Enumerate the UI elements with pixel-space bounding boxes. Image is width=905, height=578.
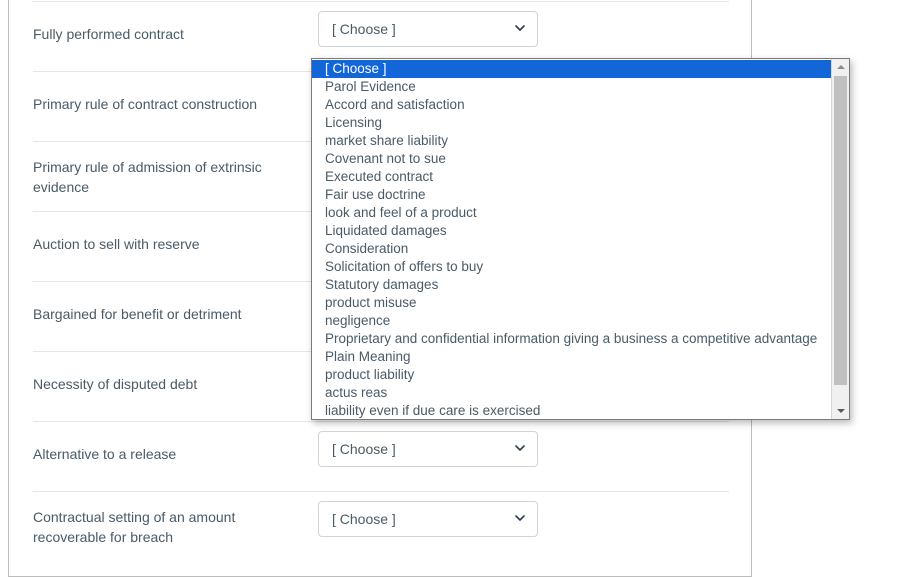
row-label: Primary rule of admission of extrinsic e…	[33, 159, 262, 195]
dropdown-scrollbar[interactable]	[831, 59, 849, 419]
dropdown-option[interactable]: Accord and satisfaction	[312, 96, 831, 114]
row-label: Necessity of disputed debt	[33, 376, 198, 392]
dropdown-option[interactable]: Liquidated damages	[312, 222, 831, 240]
dropdown-option[interactable]: Fair use doctrine	[312, 186, 831, 204]
scroll-up-arrow-icon[interactable]	[832, 59, 849, 75]
dropdown-option[interactable]: Executed contract	[312, 168, 831, 186]
select-value: [ Choose ]	[332, 511, 396, 527]
chevron-down-icon	[515, 443, 525, 453]
dropdown-option-popup[interactable]: [ Choose ] Parol Evidence Accord and satis…	[311, 58, 850, 420]
row-control: [ Choose ]	[318, 2, 538, 47]
dropdown-option[interactable]: Consideration	[312, 240, 831, 258]
row-control: [ Choose ]	[318, 492, 538, 537]
dropdown-option[interactable]: Plain Meaning	[312, 348, 831, 366]
dropdown-option[interactable]: product liability	[312, 366, 831, 384]
dropdown-option[interactable]: Statutory damages	[312, 276, 831, 294]
select-fully-performed-contract[interactable]: [ Choose ]	[318, 11, 538, 47]
row-label: Primary rule of contract construction	[33, 96, 258, 112]
dropdown-option[interactable]: market share liability	[312, 132, 831, 150]
chevron-down-icon	[515, 513, 525, 523]
dropdown-option[interactable]: product misuse	[312, 294, 831, 312]
dropdown-option-list[interactable]: [ Choose ] Parol Evidence Accord and satis…	[312, 59, 831, 419]
table-row: Contractual setting of an amount recover…	[33, 491, 729, 561]
row-label: Alternative to a release	[33, 446, 177, 462]
select-value: [ Choose ]	[332, 21, 396, 37]
scrollbar-thumb[interactable]	[834, 76, 847, 385]
row-label: Bargained for benefit or detriment	[33, 306, 242, 322]
scroll-down-arrow-icon[interactable]	[832, 403, 849, 419]
dropdown-option[interactable]: Solicitation of offers to buy	[312, 258, 831, 276]
dropdown-option[interactable]: Covenant not to sue	[312, 150, 831, 168]
dropdown-option[interactable]: liability even if due care is exercised	[312, 402, 831, 419]
select-contractual-setting-of-an-amount-recoverable-for-breach[interactable]: [ Choose ]	[318, 501, 538, 537]
dropdown-option[interactable]: Parol Evidence	[312, 78, 831, 96]
select-alternative-to-a-release[interactable]: [ Choose ]	[318, 431, 538, 467]
select-value: [ Choose ]	[332, 441, 396, 457]
dropdown-option[interactable]: negligence	[312, 312, 831, 330]
row-label: Fully performed contract	[33, 26, 184, 42]
row-label: Auction to sell with reserve	[33, 236, 200, 252]
table-row: Alternative to a release [ Choose ]	[33, 421, 729, 491]
row-label: Contractual setting of an amount recover…	[33, 509, 236, 545]
dropdown-option[interactable]: look and feel of a product	[312, 204, 831, 222]
dropdown-option[interactable]: Proprietary and confidential information…	[312, 330, 831, 348]
dropdown-option[interactable]: [ Choose ]	[312, 60, 831, 78]
dropdown-option[interactable]: actus reas	[312, 384, 831, 402]
dropdown-option[interactable]: Licensing	[312, 114, 831, 132]
chevron-down-icon	[515, 23, 525, 33]
row-control: [ Choose ]	[318, 422, 538, 467]
